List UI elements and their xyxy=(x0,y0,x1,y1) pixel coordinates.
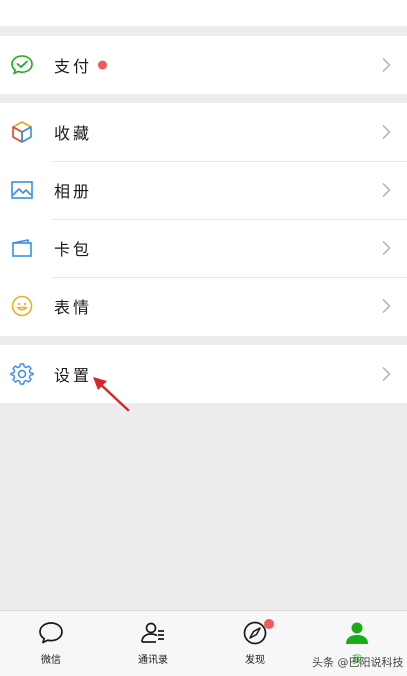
settings-group: 设置 xyxy=(0,345,407,403)
menu-item-stickers-label: 表情 xyxy=(54,298,93,317)
tab-contacts-label: 通讯录 xyxy=(138,655,168,666)
chevron-right-icon xyxy=(382,57,391,73)
menu-item-stickers[interactable]: 表情 xyxy=(0,277,407,335)
tab-chats-label: 微信 xyxy=(41,655,61,666)
menu-item-favorites[interactable]: 收藏 xyxy=(0,103,407,161)
annotation-arrow-icon xyxy=(93,377,130,412)
chevron-right-icon xyxy=(382,124,391,140)
menu-item-album[interactable]: 相册 xyxy=(0,161,407,219)
pay-group: 支付 xyxy=(0,36,407,94)
menu-item-pay-label: 支付 xyxy=(54,57,93,76)
smiley-icon xyxy=(11,295,33,317)
contacts-icon xyxy=(141,622,164,643)
menu-item-pay[interactable]: 支付 xyxy=(0,36,407,94)
menu-item-settings-label: 设置 xyxy=(54,366,93,385)
chevron-right-icon xyxy=(382,298,391,314)
top-strip xyxy=(0,0,407,26)
watermark: 头条 @巴阳说科技 xyxy=(312,656,404,669)
tab-discover[interactable]: 发现 xyxy=(204,611,306,676)
favorites-cube-icon xyxy=(12,121,32,143)
tab-discover-label: 发现 xyxy=(245,655,265,666)
menu-item-settings[interactable]: 设置 xyxy=(0,345,407,403)
discover-badge xyxy=(264,619,274,629)
wechat-pay-icon xyxy=(11,55,33,75)
pay-notification-dot xyxy=(98,60,107,70)
person-icon xyxy=(346,622,368,644)
card-wallet-icon xyxy=(12,239,32,257)
chat-bubble-icon xyxy=(39,622,63,644)
chevron-right-icon xyxy=(382,240,391,256)
features-group: 收藏 相册 卡包 表情 xyxy=(0,103,407,336)
album-picture-icon xyxy=(11,181,33,199)
chevron-right-icon xyxy=(382,182,391,198)
menu-item-favorites-label: 收藏 xyxy=(54,124,93,143)
menu-item-album-label: 相册 xyxy=(54,182,93,201)
tab-contacts[interactable]: 通讯录 xyxy=(102,611,204,676)
tab-chats[interactable]: 微信 xyxy=(0,611,102,676)
menu-item-cards-label: 卡包 xyxy=(54,240,93,259)
menu-item-cards[interactable]: 卡包 xyxy=(0,219,407,277)
gear-icon xyxy=(10,363,34,385)
chevron-right-icon xyxy=(382,366,391,382)
